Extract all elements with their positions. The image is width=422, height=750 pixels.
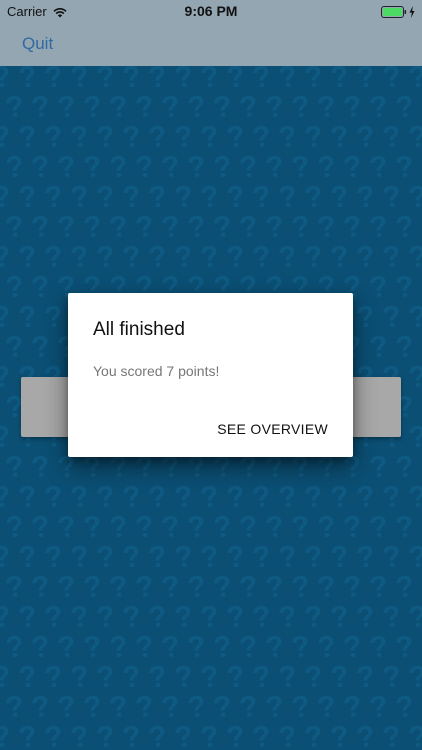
see-overview-button[interactable]: SEE OVERVIEW: [217, 421, 328, 437]
game-screen: ????????????????????????????????????????…: [0, 0, 422, 750]
results-dialog: All finished You scored 7 points! SEE OV…: [68, 293, 353, 457]
dialog-message: You scored 7 points!: [93, 363, 220, 379]
dialog-title: All finished: [93, 319, 185, 340]
